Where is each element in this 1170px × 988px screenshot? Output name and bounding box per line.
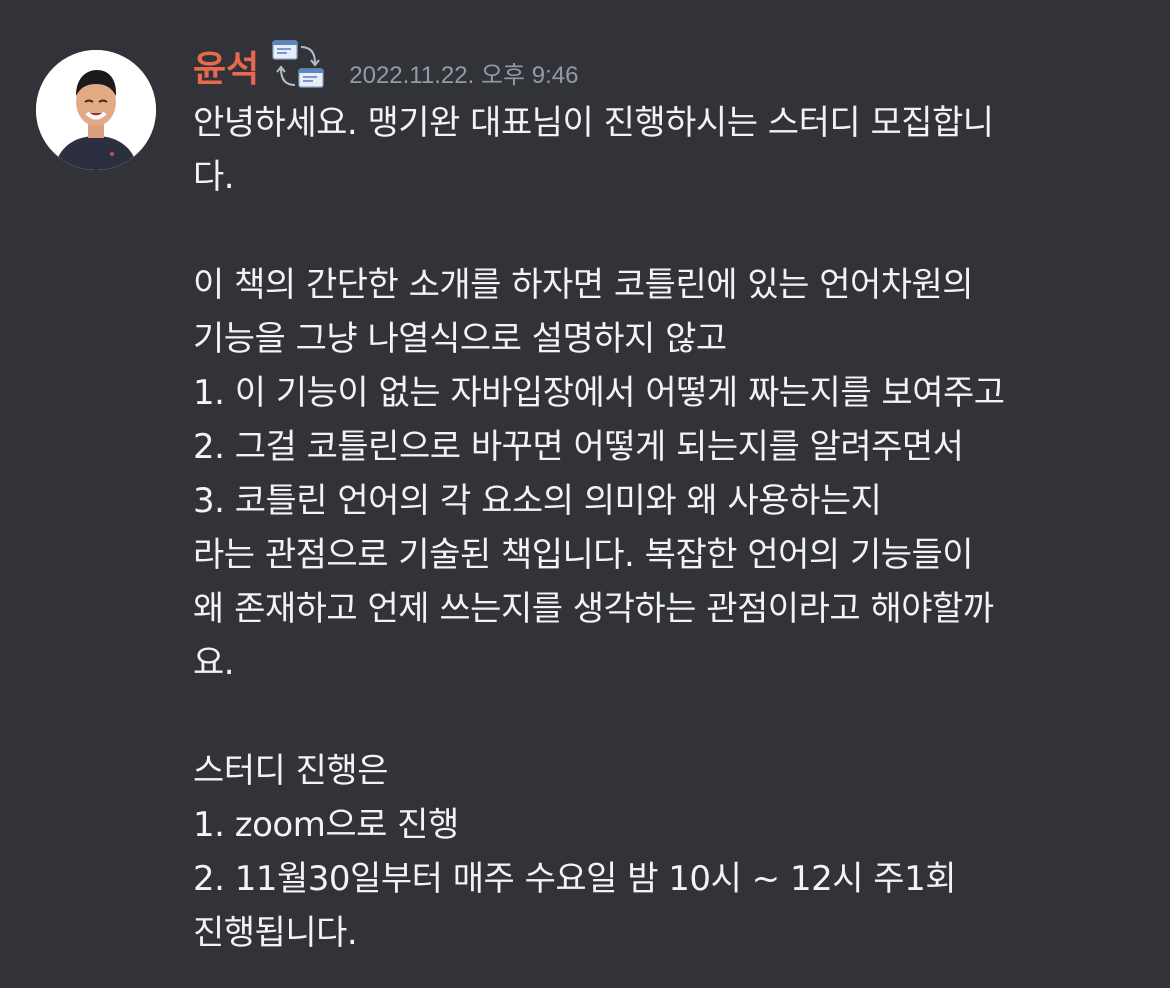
author-name[interactable]: 윤석 bbox=[193, 40, 259, 100]
message-line: 요. bbox=[193, 643, 235, 683]
message-line: 진행됩니다. bbox=[193, 913, 358, 953]
message-line: 안녕하세요. 맹기완 대표님이 진행하시는 스터디 모집합니 bbox=[193, 103, 994, 143]
user-avatar[interactable] bbox=[36, 50, 156, 170]
message-line: 1. zoom으로 진행 bbox=[193, 805, 459, 845]
message-line: 1. 이 기능이 없는 자바입장에서 어떻게 짜는지를 보여주고 bbox=[193, 373, 1005, 413]
message-timestamp: 2022.11.22. 오후 9:46 bbox=[349, 61, 579, 89]
message-line: 3. 코틀린 언어의 각 요소의 의미와 왜 사용하는지 bbox=[193, 481, 882, 521]
server-transfer-icon[interactable] bbox=[271, 39, 325, 93]
message-line: 2. 그걸 코틀린으로 바꾸면 어떻게 되는지를 알려주면서 bbox=[193, 427, 964, 467]
message-line: 스터디 진행은 bbox=[193, 751, 389, 791]
message-content: 안녕하세요. 맹기완 대표님이 진행하시는 스터디 모집합니 다. 이 책의 간… bbox=[193, 96, 1153, 960]
message-line: 다. bbox=[193, 157, 235, 197]
avatar-photo bbox=[36, 50, 156, 170]
chat-message: 윤석 2022.11.22. 오후 9:46 안녕하세요. 맹기완 대표님이 진… bbox=[0, 0, 1170, 988]
message-line: 기능을 그냥 나열식으로 설명하지 않고 bbox=[193, 319, 727, 359]
message-header: 윤석 2022.11.22. 오후 9:46 bbox=[193, 40, 578, 100]
message-line: 이 책의 간단한 소개를 하자면 코틀린에 있는 언어차원의 bbox=[193, 265, 974, 305]
message-line: 왜 존재하고 언제 쓰는지를 생각하는 관점이라고 해야할까 bbox=[193, 589, 994, 629]
message-line: 2. 11월30일부터 매주 수요일 밤 10시 ~ 12시 주1회 bbox=[193, 859, 957, 899]
message-line: 라는 관점으로 기술된 책입니다. 복잡한 언어의 기능들이 bbox=[193, 535, 974, 575]
